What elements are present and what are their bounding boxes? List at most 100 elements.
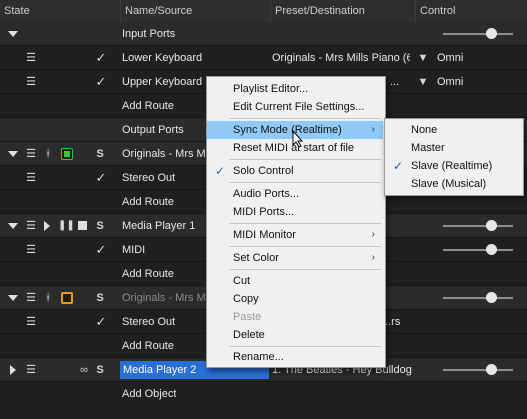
menu-item-playlist-editor[interactable]: Playlist Editor... (207, 80, 383, 98)
stop-icon[interactable] (78, 221, 87, 230)
collapse-arrow-icon[interactable] (8, 295, 18, 301)
slider-knob[interactable] (486, 220, 497, 231)
route-name: Stereo Out (122, 172, 176, 184)
solo-button[interactable]: S (94, 142, 106, 166)
add-route-button[interactable]: Add Route (122, 190, 174, 214)
add-route-button[interactable]: Add Route (122, 94, 174, 118)
route-preset: ... (390, 76, 400, 88)
context-menu: Playlist Editor... Edit Current File Set… (206, 76, 386, 368)
submenu-item-label: Slave (Realtime) (411, 160, 493, 172)
menu-item-label: MIDI Monitor (233, 229, 296, 241)
object-name: Originals - Mrs Mills (122, 148, 208, 160)
checkmark-icon[interactable]: ✓ (94, 310, 108, 334)
submenu-item-master[interactable]: Master (385, 139, 521, 157)
control-value: Omni (437, 76, 464, 88)
submenu-arrow-icon: › (371, 252, 375, 263)
route-row[interactable]: ☰ ✓ Lower Keyboard Originals - Mrs Mills… (0, 46, 527, 70)
menu-separator (229, 118, 381, 119)
collapse-arrow-icon[interactable] (8, 151, 18, 157)
add-route-button[interactable]: Add Route (122, 262, 174, 286)
menu-icon[interactable]: ☰ (24, 238, 38, 262)
menu-item-delete[interactable]: Delete (207, 326, 383, 344)
collapse-arrow-icon[interactable] (8, 31, 18, 37)
menu-item-edit-file-settings[interactable]: Edit Current File Settings... (207, 98, 383, 116)
group-label: Input Ports (122, 28, 176, 40)
submenu-item-slave-realtime[interactable]: ✓ Slave (Realtime) (385, 157, 521, 175)
column-name-source[interactable]: Name/Source (120, 0, 270, 22)
add-object-row[interactable]: Add Object (0, 382, 527, 419)
add-object-button[interactable]: Add Object (122, 382, 176, 406)
checkmark-icon[interactable]: ✓ (94, 46, 108, 70)
add-route-button[interactable]: Add Route (122, 334, 174, 358)
menu-icon[interactable]: ☰ (24, 358, 38, 382)
submenu-arrow-icon: › (371, 124, 375, 135)
menu-separator (229, 346, 381, 347)
expand-arrow-icon[interactable] (10, 365, 16, 375)
tuning-fork-icon[interactable]: ᚼ (42, 142, 54, 166)
menu-item-copy[interactable]: Copy (207, 290, 383, 308)
route-name: Lower Keyboard (122, 52, 203, 64)
menu-item-label: Solo Control (233, 165, 294, 177)
menu-icon[interactable]: ☰ (24, 166, 38, 190)
checkmark-icon[interactable]: ✓ (94, 166, 108, 190)
solo-button[interactable]: S (94, 214, 106, 238)
column-control[interactable]: Control (415, 0, 527, 22)
menu-item-paste: Paste (233, 311, 262, 323)
solo-button[interactable]: S (94, 286, 106, 310)
column-state[interactable]: State (0, 0, 120, 22)
menu-item-label: Sync Mode (Realtime) (233, 124, 342, 136)
slider-knob[interactable] (486, 244, 497, 255)
slider-knob[interactable] (486, 28, 497, 39)
volume-slider[interactable] (443, 297, 513, 299)
pause-icon[interactable]: ❚❚ (58, 214, 75, 238)
group-label: Output Ports (122, 124, 184, 136)
link-icon[interactable]: ∞ (78, 358, 90, 382)
group-input-ports[interactable]: Input Ports (0, 22, 527, 46)
sync-mode-submenu: None Master ✓ Slave (Realtime) Slave (Mu… (384, 118, 524, 196)
menu-separator (229, 269, 381, 270)
menu-icon[interactable]: ☰ (24, 46, 38, 70)
menu-icon[interactable]: ☰ (24, 70, 38, 94)
menu-separator (229, 182, 381, 183)
checkmark-icon[interactable]: ✓ (94, 238, 108, 262)
column-preset-destination[interactable]: Preset/Destination (270, 0, 415, 22)
submenu-arrow-icon: › (371, 229, 375, 240)
object-name: Media Player 1 (122, 220, 196, 232)
mouse-cursor-icon (292, 130, 304, 148)
menu-item-audio-ports[interactable]: Audio Ports... (207, 185, 383, 203)
menu-icon[interactable]: ☰ (24, 310, 38, 334)
volume-slider[interactable] (443, 225, 513, 227)
solo-button[interactable]: S (94, 358, 106, 382)
filter-icon[interactable]: ▼ (417, 70, 429, 94)
collapse-arrow-icon[interactable] (8, 223, 18, 229)
slider-knob[interactable] (486, 292, 497, 303)
menu-separator (229, 159, 381, 160)
menu-item-rename[interactable]: Rename... (207, 348, 383, 366)
check-icon: ✓ (393, 159, 404, 173)
volume-slider[interactable] (443, 369, 513, 371)
volume-slider[interactable] (443, 33, 513, 35)
menu-item-solo-control[interactable]: ✓ Solo Control (207, 162, 383, 180)
tuning-fork-icon[interactable]: ᚼ (42, 286, 54, 310)
menu-icon[interactable]: ☰ (24, 286, 38, 310)
route-preset: Originals - Mrs Mills Piano (64... (272, 52, 410, 64)
menu-item-cut[interactable]: Cut (207, 272, 383, 290)
column-header: State Name/Source Preset/Destination Con… (0, 0, 527, 23)
filter-icon[interactable]: ▼ (417, 46, 429, 70)
submenu-item-slave-musical[interactable]: Slave (Musical) (385, 175, 521, 193)
menu-separator (229, 246, 381, 247)
submenu-item-none[interactable]: None (385, 121, 521, 139)
menu-item-label: Set Color (233, 252, 279, 264)
checkmark-icon[interactable]: ✓ (94, 70, 108, 94)
menu-icon[interactable]: ☰ (24, 214, 38, 238)
volume-slider[interactable] (443, 249, 513, 251)
play-icon[interactable] (44, 221, 50, 231)
check-icon: ✓ (215, 164, 226, 178)
menu-item-set-color[interactable]: Set Color › (207, 249, 383, 267)
menu-icon[interactable]: ☰ (24, 142, 38, 166)
slider-knob[interactable] (486, 364, 497, 375)
menu-separator (229, 223, 381, 224)
menu-item-midi-monitor[interactable]: MIDI Monitor › (207, 226, 383, 244)
object-name: Originals - Mrs Mills (122, 292, 208, 304)
menu-item-midi-ports[interactable]: MIDI Ports... (207, 203, 383, 221)
